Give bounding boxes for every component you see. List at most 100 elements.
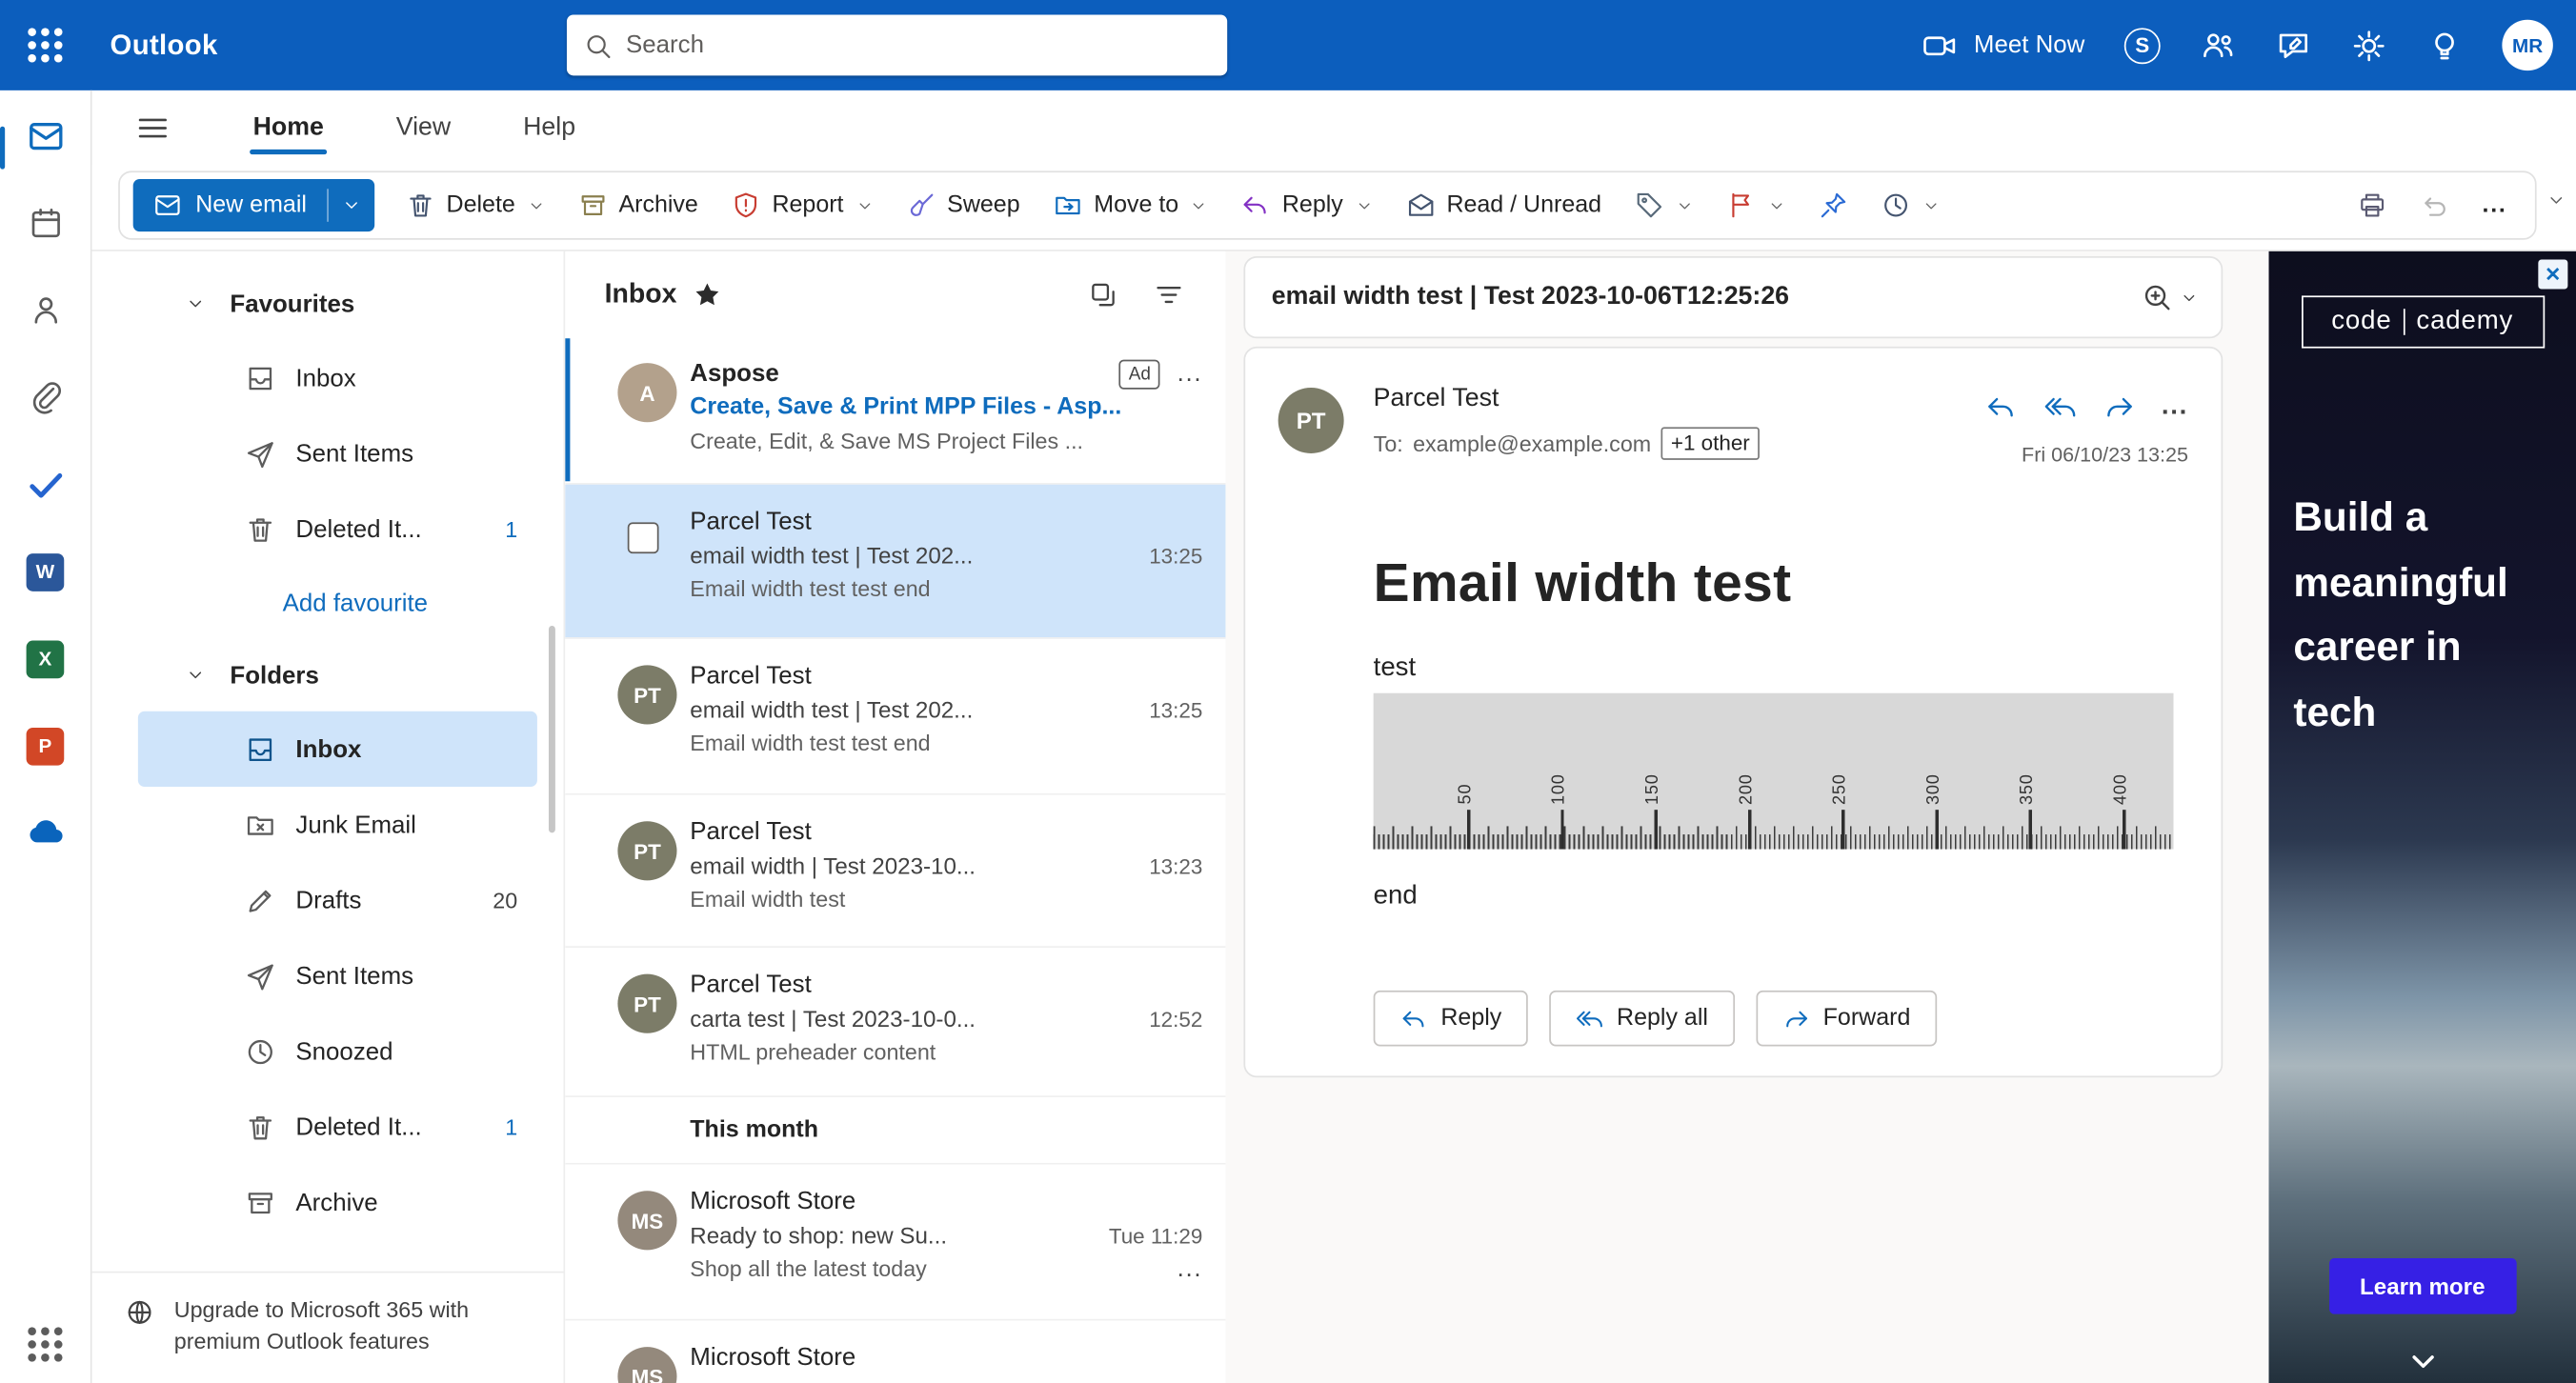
sweep-button[interactable]: Sweep [892, 179, 1036, 231]
mail-module-button[interactable] [22, 113, 68, 159]
list-item[interactable]: MS Microsoft Store Ready to shop: new Su… [565, 1165, 1225, 1321]
reply-button[interactable]: Reply [1226, 179, 1387, 231]
skype-button[interactable]: S [2124, 27, 2161, 63]
read-unread-envelope-icon [1405, 190, 1435, 220]
feedback-button[interactable] [2275, 27, 2311, 63]
reply-button-footer[interactable]: Reply [1374, 991, 1528, 1047]
row-more-icon[interactable]: ... [1177, 1253, 1203, 1286]
report-button[interactable]: Report [716, 179, 888, 231]
folders-section-toggle[interactable]: Folders [92, 639, 564, 712]
more-commands-button[interactable]: ... [2467, 179, 2522, 231]
forward-button-footer[interactable]: Forward [1756, 991, 1937, 1047]
new-email-dropdown[interactable] [328, 179, 373, 231]
people-module-button[interactable] [22, 288, 68, 333]
new-email-label: New email [195, 192, 307, 219]
folder-label: Junk Email [295, 811, 416, 838]
more-apps-button[interactable] [22, 1320, 68, 1366]
delete-button[interactable]: Delete [391, 179, 559, 231]
select-messages-icon[interactable] [1081, 272, 1124, 315]
teams-button[interactable] [2200, 27, 2236, 63]
hamburger-menu-button[interactable] [131, 106, 174, 149]
folder-drafts[interactable]: Drafts 20 [138, 862, 537, 937]
tab-home[interactable]: Home [227, 98, 350, 157]
message-time: Tue 11:29 [1109, 1219, 1202, 1253]
upgrade-banner[interactable]: Upgrade to Microsoft 365 with premium Ou… [92, 1272, 564, 1383]
sender-avatar: MS [617, 1347, 676, 1383]
app-launcher-button[interactable] [0, 0, 91, 90]
ribbon-collapse-chevron-icon[interactable] [2546, 190, 2566, 210]
powerpoint-module-button[interactable]: P [22, 723, 68, 769]
settings-button[interactable] [2351, 27, 2387, 63]
search-box[interactable] [567, 15, 1227, 76]
chevron-down-icon [855, 196, 874, 214]
read-unread-button[interactable]: Read / Unread [1391, 179, 1617, 231]
message-time: 13:25 [1149, 539, 1202, 573]
list-item[interactable]: PT Parcel Test carta test | Test 2023-10… [565, 948, 1225, 1097]
reply-icon[interactable] [1984, 391, 2017, 423]
people-icon [27, 292, 63, 329]
excel-module-button[interactable]: X [22, 635, 68, 681]
to-label: To: [1374, 431, 1403, 456]
archive-button[interactable]: Archive [563, 179, 714, 231]
tab-help[interactable]: Help [496, 98, 601, 157]
add-favourite-link[interactable]: Add favourite [92, 567, 564, 639]
meet-now-button[interactable]: Meet Now [1922, 27, 2084, 63]
ad-chevron-down-icon[interactable] [2405, 1344, 2441, 1380]
folder-deleted-items[interactable]: Deleted It... 1 [138, 1089, 537, 1164]
folder-pane-scrollbar[interactable] [549, 626, 555, 832]
ad-logo[interactable]: codecademy [2301, 295, 2544, 348]
ad-close-icon[interactable]: ✕ [2538, 259, 2567, 289]
search-input[interactable] [626, 31, 1211, 59]
row-more-icon[interactable]: ... [1177, 356, 1203, 391]
ribbon-toolbar-row: New email Delete [92, 164, 2576, 250]
reply-all-button-footer[interactable]: Reply all [1549, 991, 1734, 1047]
message-subject[interactable]: Create, Save & Print MPP Files - Asp... [690, 391, 1202, 425]
row-checkbox[interactable] [628, 522, 659, 553]
folder-sent-items[interactable]: Sent Items [138, 938, 537, 1013]
forward-icon[interactable] [2103, 391, 2135, 423]
new-email-button[interactable]: New email [133, 179, 374, 231]
favourite-star-icon[interactable] [694, 280, 721, 308]
folder-snoozed[interactable]: Snoozed [138, 1013, 537, 1089]
snooze-button[interactable] [1866, 179, 1955, 231]
more-actions-icon[interactable]: ... [2162, 392, 2188, 422]
flag-button[interactable] [1712, 179, 1801, 231]
ribbon-tabs-row: Home View Help [92, 90, 2576, 165]
list-item[interactable]: PT Parcel Test email width test | Test 2… [565, 639, 1225, 795]
zoom-control[interactable] [2141, 281, 2198, 313]
filter-icon[interactable] [1147, 272, 1190, 315]
folder-archive[interactable]: Archive [138, 1165, 537, 1240]
pin-button[interactable] [1803, 179, 1862, 231]
word-module-button[interactable]: W [22, 549, 68, 594]
rail-active-indicator [0, 127, 5, 170]
tips-button[interactable] [2426, 27, 2463, 63]
folder-inbox[interactable]: Inbox [138, 712, 537, 787]
calendar-module-button[interactable] [22, 200, 68, 246]
app-title: Outlook [111, 29, 218, 61]
list-item[interactable]: PT Parcel Test email width | Test 2023-1… [565, 795, 1225, 948]
todo-module-button[interactable] [22, 462, 68, 508]
categorize-button[interactable] [1620, 179, 1708, 231]
folder-junk-email[interactable]: Junk Email [138, 787, 537, 862]
account-avatar[interactable]: MR [2502, 20, 2552, 70]
favourites-section-toggle[interactable]: Favourites [92, 268, 564, 340]
undo-button[interactable] [2405, 179, 2464, 231]
others-badge[interactable]: +1 other [1661, 427, 1761, 459]
email-card: PT Parcel Test To: example@example.com +… [1243, 347, 2223, 1077]
favourite-deleted-items[interactable]: Deleted It... 1 [138, 491, 537, 567]
print-button[interactable] [2343, 179, 2402, 231]
tab-view[interactable]: View [370, 98, 477, 157]
list-item[interactable]: MS Microsoft Store [565, 1320, 1225, 1383]
reply-all-icon[interactable] [2043, 391, 2076, 423]
favourite-inbox[interactable]: Inbox [138, 340, 537, 415]
attachments-module-button[interactable] [22, 374, 68, 420]
ad-cta-button[interactable]: Learn more [2328, 1258, 2516, 1314]
message-list-header: Inbox [565, 251, 1225, 337]
favourite-sent-items[interactable]: Sent Items [138, 415, 537, 491]
move-to-button[interactable]: Move to [1038, 179, 1223, 231]
ad-banner[interactable]: ✕ codecademy Build a meaningful career i… [2269, 251, 2576, 1383]
to-address[interactable]: example@example.com [1413, 431, 1651, 456]
onedrive-module-button[interactable] [22, 810, 68, 855]
list-item-ad[interactable]: A Aspose Ad ... Create, Save & Print MPP… [565, 337, 1225, 485]
list-item-selected[interactable]: Parcel Test email width test | Test 202.… [565, 485, 1225, 639]
